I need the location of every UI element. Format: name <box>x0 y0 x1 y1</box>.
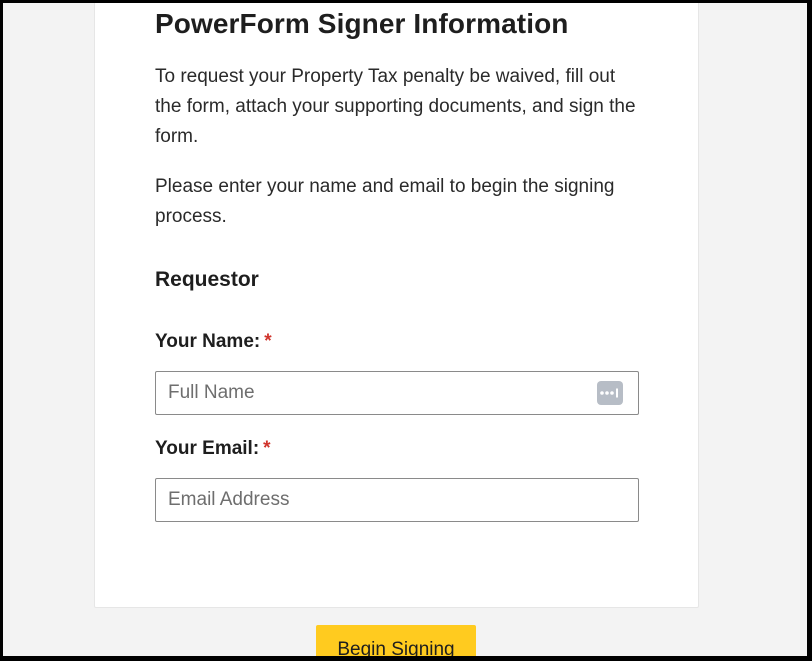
form-card: PowerForm Signer Information To request … <box>94 3 699 608</box>
name-label-text: Your Name: <box>155 331 261 352</box>
email-label-text: Your Email: <box>155 438 260 459</box>
instructions-text: Please enter your name and email to begi… <box>155 176 615 227</box>
page-title: PowerForm Signer Information <box>155 8 569 39</box>
begin-signing-button[interactable]: Begin Signing <box>316 625 476 656</box>
required-marker: * <box>263 438 271 459</box>
email-input[interactable] <box>155 478 639 522</box>
dots-icon <box>600 388 618 398</box>
name-field-label: Your Name: * <box>155 331 272 353</box>
name-input[interactable] <box>155 371 639 415</box>
intro-text: To request your Property Tax penalty be … <box>155 66 636 147</box>
required-marker: * <box>264 331 272 352</box>
section-title-requestor: Requestor <box>155 268 259 291</box>
email-field-label: Your Email: * <box>155 438 271 460</box>
password-manager-icon[interactable] <box>597 381 623 405</box>
page-frame: PowerForm Signer Information To request … <box>3 3 807 656</box>
